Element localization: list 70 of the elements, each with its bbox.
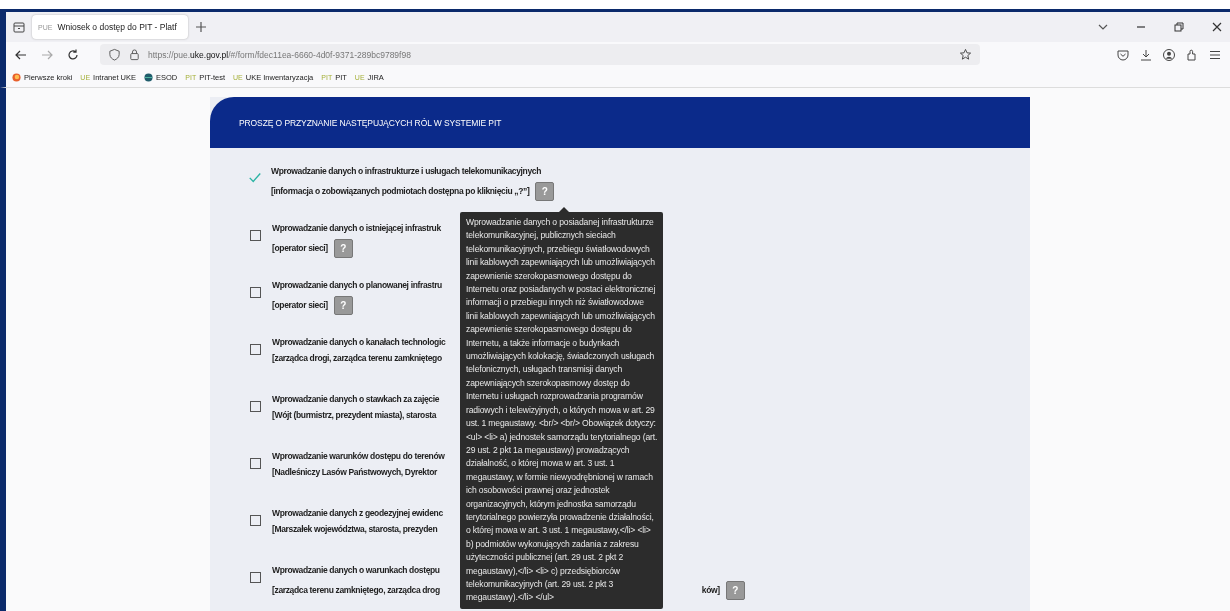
tooltip-text-line: ich osobowości prawnej oraz jednostek (466, 484, 611, 498)
tooltip-text-line: <ul> <li> a) jednostek samorządu terytorialnego (art. (466, 430, 658, 444)
role-holders: [zarządca drogi, zarządca terenu zamkniętego (272, 353, 442, 364)
role-holders: [Nadleśniczy Lasów Państwowych, Dyrektor (272, 467, 438, 478)
tooltip-text-line: ust. 1 megaustawy. <br/> <br/> Obowiązek dotyczy: (466, 417, 657, 431)
tooltip-text-line: Internetu, a także informacje o budynkach (466, 336, 621, 350)
checkbox[interactable] (250, 287, 261, 298)
role-title: Wprowadzanie danych o infrastrukturze i usługach telekomunikacyjnych (271, 166, 541, 177)
role-holders: [operator sieci] (272, 243, 328, 254)
lock-icon[interactable] (128, 48, 141, 61)
tooltip-text-line: telekomunikacyjnych (art. 29 ust. 2 pkt 3 (466, 577, 615, 591)
role-holders: [operator sieci] (272, 300, 328, 311)
shield-icon[interactable] (108, 48, 121, 61)
checkbox[interactable] (250, 515, 261, 526)
checkmark-icon[interactable] (248, 170, 262, 184)
role-title: Wprowadzanie danych o warunkach dostępu (272, 565, 440, 576)
role-title: Wprowadzanie danych o kanałach technologic (272, 337, 446, 348)
tooltip-text-line: terytorialnego powierzyła prowadzenie działalności, (466, 510, 655, 524)
role-holders: [zarządca terenu zamkniętego, zarządca drog (272, 585, 440, 596)
star-icon[interactable] (959, 48, 972, 61)
role-holders: [informacja o zobowiązanych podmiotach dostępna po kliknięciu „?”] (271, 186, 530, 197)
tooltip-text-line: użyteczności publicznej (art. 29 ust. 2 pkt 2 (466, 551, 625, 565)
tooltip-text-line: radiowych i telewizyjnych, o których mowa w art. 29 (466, 403, 656, 417)
globe-icon (144, 72, 154, 82)
tooltip-text-line: zapewniających szerokopasmowy dostęp do (466, 376, 631, 390)
role-title: Wprowadzanie warunków dostępu do terenów (272, 451, 445, 462)
tooltip-text-line: zapewnienie szerokopasmowego dostępu do (466, 269, 633, 283)
tooltip-text-line: Internetu i usługach rozprowadzania programów (466, 390, 644, 404)
reload-icon[interactable] (66, 47, 80, 62)
address-bar[interactable]: https://pue.uke.gov.pl/#/form/fdec11ea-6660-4d0f-9371-289bc9789f98 (100, 44, 980, 65)
tooltip-text-line: megaustawy).</li> </ul> (466, 591, 555, 605)
checkbox[interactable] (250, 572, 261, 583)
tooltip-text-line: megaustawy, w formie niewyodrębnionej w ramach (466, 470, 654, 484)
restore-icon[interactable] (1172, 20, 1186, 34)
download-icon[interactable] (1139, 47, 1153, 62)
tooltip-text-line: o której mowa w art. 3 ust. 1 megaustawy,</li> <li> (466, 524, 652, 538)
account-icon[interactable] (1162, 47, 1176, 62)
role-title: Wprowadzanie danych z geodezyjnej ewidenc (272, 508, 443, 519)
tooltip-text-line: działalność, o której mowa w art. 3 ust. 1 (466, 457, 616, 471)
tooltip-text-line: linii kablowych zapewniających lub umożliwiających (466, 309, 656, 323)
tooltip-text-line: Wprowadzanie danych o posiadanej infrastrukturze (466, 216, 655, 229)
tooltip-text-line: zapewnienie szerokopasmowego dostępu do (466, 323, 633, 337)
checkbox[interactable] (250, 458, 261, 469)
tooltip-text-line: b) podmiotów wykonujących zadania z zakresu (466, 537, 640, 551)
tooltip-text-line: telekomunikacyjnej, publicznych sieciach (466, 229, 617, 243)
close-icon[interactable] (1210, 20, 1224, 34)
role-holders: [Marszałek województwa, starosta, prezyden (272, 524, 438, 535)
role-holders: [Wójt (burmistrz, prezydent miasta), starosta (272, 410, 437, 421)
tooltip-text-line: organizacyjnych, którym jednostka samorządu (466, 497, 637, 511)
tooltip-text-line: telefonicznych, usługach transmisji danych (466, 363, 624, 377)
tooltip-text-line: umożliwiających kolokację, świadczonych usługach (466, 350, 656, 364)
role-holders-end: ków] (701, 585, 720, 596)
role-title: Wprowadzanie danych o stawkach za zajęcie (272, 394, 440, 405)
tooltip-text-line: informacji o przebiegu innych niż światłowodowe (466, 296, 645, 310)
tooltip-text-line: Internetu oraz posiadanych w postaci elektronicznej (466, 283, 657, 297)
pocket-icon[interactable] (1116, 47, 1130, 62)
role-title: Wprowadzanie danych o istniejącej infrastruk (272, 223, 441, 234)
tooltip-text-line: linii kablowych zapewniających lub umożliwiających (466, 256, 656, 270)
section-title: PROSZĘ O PRZYZNANIE NASTĘPUJĄCYCH RÓL W SYSTEMIE PIT (239, 117, 502, 128)
extensions-icon[interactable] (1185, 47, 1199, 62)
checkbox[interactable] (250, 401, 261, 412)
tooltip-text-line: megaustawy),</li> <li> c) przedsiębiorców (466, 564, 621, 578)
tab-overview-icon[interactable] (12, 20, 26, 34)
role-title: Wprowadzanie danych o planowanej infrastru (272, 280, 442, 291)
checkbox[interactable] (250, 230, 261, 241)
new-tab-icon[interactable] (194, 20, 208, 34)
fox-icon (12, 72, 21, 82)
checkbox[interactable] (250, 344, 261, 355)
tooltip-text-line: telekomunikacyjnych, przebiegu światłowodowych (466, 242, 651, 256)
tooltip-text-line: 29 ust. 2 pkt 1a megaustawy) prowadzących (466, 443, 631, 457)
